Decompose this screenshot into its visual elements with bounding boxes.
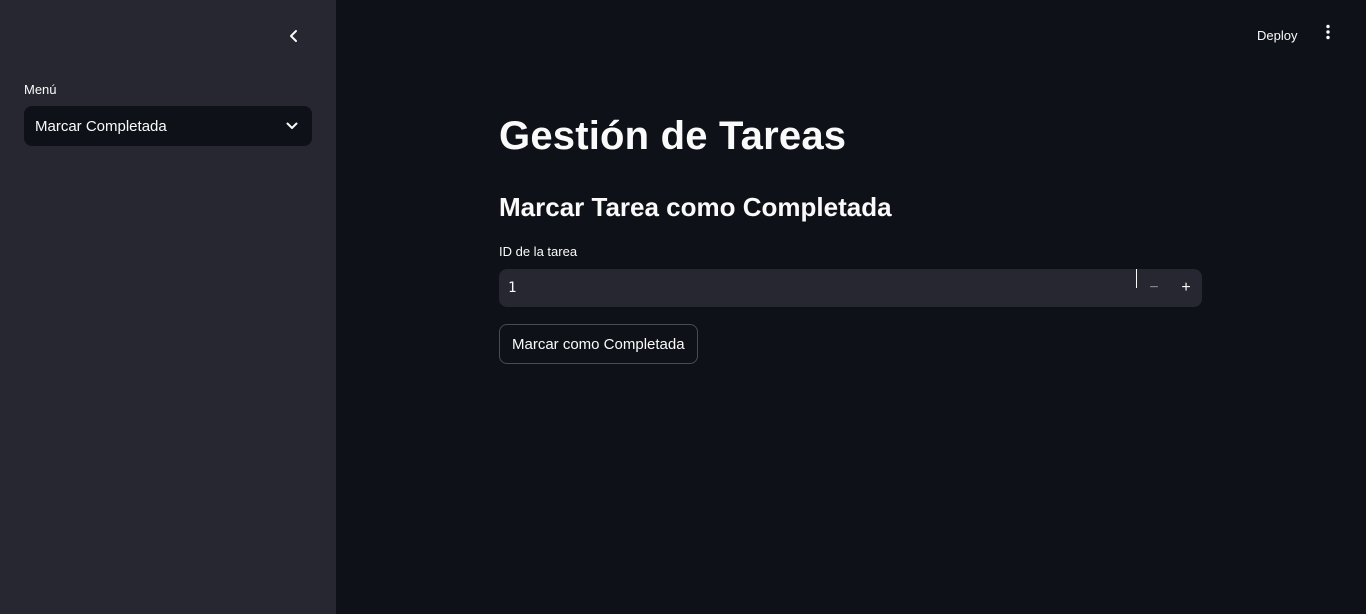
sidebar: Menú Marcar Completada (0, 0, 336, 614)
kebab-menu-icon (1325, 24, 1331, 45)
menu-select-value: Marcar Completada (35, 117, 167, 135)
deploy-button[interactable]: Deploy (1249, 22, 1305, 48)
text-cursor (1136, 269, 1137, 288)
app-root: Menú Marcar Completada Deploy Gestión de… (0, 0, 1366, 614)
task-id-input[interactable]: 1 (499, 269, 1138, 307)
task-id-value: 1 (508, 280, 517, 296)
task-id-label: ID de la tarea (499, 244, 578, 259)
chevron-left-icon (287, 29, 301, 48)
main-menu-button[interactable] (1316, 22, 1340, 46)
collapse-sidebar-button[interactable] (280, 24, 308, 52)
menu-label: Menú (24, 82, 57, 97)
mark-complete-button[interactable]: Marcar como Completada (499, 324, 698, 364)
page-title: Gestión de Tareas (499, 114, 847, 158)
chevron-down-icon (283, 117, 301, 135)
increment-button[interactable]: + (1170, 269, 1202, 307)
menu-select[interactable]: Marcar Completada (24, 106, 312, 146)
task-id-stepper: 1 − + (499, 269, 1202, 307)
section-subheader: Marcar Tarea como Completada (499, 192, 892, 222)
decrement-button[interactable]: − (1138, 269, 1170, 307)
